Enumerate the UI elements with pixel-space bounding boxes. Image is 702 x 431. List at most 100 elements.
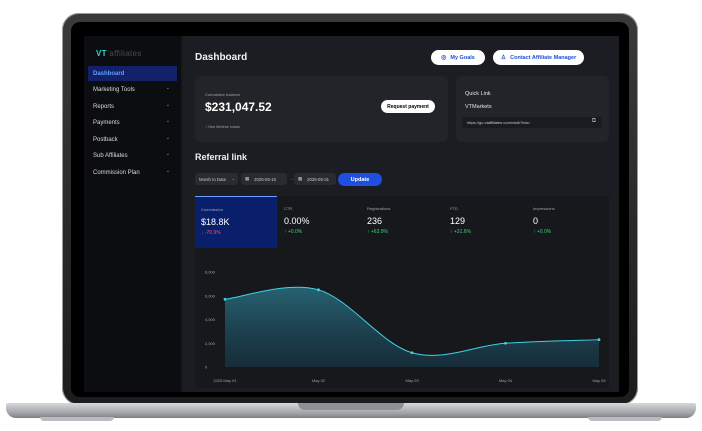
stat-label: Commission xyxy=(201,207,224,212)
chevron-down-icon: ⌄ xyxy=(231,176,235,181)
stat-value: 236 xyxy=(367,216,383,226)
stat-ctr[interactable]: CTR 0.00% ↑ +0.0% xyxy=(278,196,360,248)
range-select-value: Month to Date xyxy=(199,176,226,182)
series-area xyxy=(225,287,599,367)
stat-label: FTD xyxy=(450,206,458,211)
laptop-foot xyxy=(588,417,662,421)
calendar-icon: ▦ xyxy=(245,176,250,181)
range-select[interactable]: Month to Date ⌄ xyxy=(195,173,238,185)
stat-ftd[interactable]: FTD 129 ↑ +31.6% xyxy=(444,196,526,248)
stat-commission[interactable]: Commission $18.8K ↓ -70.9% xyxy=(195,196,277,249)
balance-amount: $231,047.52 xyxy=(205,100,272,114)
sidebar-item-dashboard[interactable]: Dashboard xyxy=(88,66,177,81)
quick-link-brand: VTMarkets xyxy=(465,104,492,110)
sidebar-item-postback[interactable]: Postback ⌄ xyxy=(88,132,177,147)
logo-sub: affiliates xyxy=(109,49,142,58)
y-tick-label: 0 xyxy=(205,365,208,370)
laptop-notch xyxy=(298,403,404,410)
stat-registrations[interactable]: Registrations 236 ↑ +63.9% xyxy=(361,196,443,248)
request-payment-label: Request payment xyxy=(387,103,429,110)
stat-value: 129 xyxy=(450,216,466,226)
stat-value: 0.00% xyxy=(284,216,310,226)
chevron-down-icon: ⌄ xyxy=(165,118,170,124)
balance-card: Cumulative balance $231,047.52 Request p… xyxy=(195,76,448,142)
y-tick-label: 2,000 xyxy=(205,341,216,346)
y-tick-label: 6,000 xyxy=(205,293,216,298)
screen-bezel: VT affiliates Dashboard Marketing Tools ⌄… xyxy=(71,22,629,397)
data-point[interactable] xyxy=(317,288,320,292)
logo: VT affiliates xyxy=(96,49,142,58)
laptop-foot xyxy=(40,417,114,421)
data-point[interactable] xyxy=(597,338,601,342)
stat-change: ↑ +31.6% xyxy=(450,229,471,235)
x-tick-label: May 03 xyxy=(405,378,419,383)
x-tick-label: 2025 May 01 xyxy=(213,378,237,383)
my-goals-button[interactable]: ◎ My Goals xyxy=(431,50,485,65)
sidebar-item-label: Payments xyxy=(93,119,120,126)
update-label: Update xyxy=(350,176,370,183)
page-title: Dashboard xyxy=(195,52,248,63)
chevron-down-icon: ⌄ xyxy=(165,135,170,141)
logo-mark: VT xyxy=(96,49,107,58)
target-icon: ◎ xyxy=(441,55,447,61)
sidebar-item-label: Reports xyxy=(93,103,115,110)
sidebar-item-label: Dashboard xyxy=(93,70,125,77)
calendar-icon: ▦ xyxy=(298,176,303,181)
date-to-value: 2025-05-31 xyxy=(307,176,330,182)
sidebar-item-label: Sub Affiliates xyxy=(93,152,128,159)
copy-icon[interactable]: ⧉ xyxy=(592,118,596,125)
laptop-lid: VT affiliates Dashboard Marketing Tools ⌄… xyxy=(62,13,638,405)
chevron-down-icon: ⌄ xyxy=(165,151,170,157)
y-tick-label: 4,000 xyxy=(205,317,216,322)
balance-note-label: See lifetime totals xyxy=(208,124,240,129)
balance-note[interactable]: ↑ See lifetime totals xyxy=(205,124,240,129)
sidebar-item-payments[interactable]: Payments ⌄ xyxy=(88,115,177,130)
sidebar-item-commission-plan[interactable]: Commission Plan ⌄ xyxy=(88,165,177,180)
data-point[interactable] xyxy=(223,297,227,301)
my-goals-label: My Goals xyxy=(450,54,475,61)
chevron-down-icon: ⌄ xyxy=(165,85,170,91)
quick-link-card: Quick Link VTMarkets https://go.vtaffili… xyxy=(456,76,609,142)
chevron-down-icon: ⌄ xyxy=(165,102,170,108)
stat-change: ↑ +0.0% xyxy=(284,229,303,235)
update-button[interactable]: Update xyxy=(338,173,382,186)
sidebar-item-label: Postback xyxy=(93,136,118,143)
stats-row: Commission $18.8K ↓ -70.9% CTR 0.00% ↑ +… xyxy=(195,196,609,249)
sidebar-item-label: Marketing Tools xyxy=(93,86,135,93)
stat-change: ↑ +0.0% xyxy=(533,229,552,235)
contact-manager-label: Contact Affiliate Manager xyxy=(510,54,577,61)
balance-label: Cumulative balance xyxy=(205,92,241,97)
sidebar-item-reports[interactable]: Reports ⌄ xyxy=(88,99,177,114)
chart-svg: 0 2,000 4,000 6,000 8,000 2025 May 01 May 02 Ma… xyxy=(205,270,606,384)
y-tick-label: 8,000 xyxy=(205,270,216,275)
date-to-field[interactable]: ▦ 2025-05-31 xyxy=(294,173,336,185)
user-icon: ♙ xyxy=(500,55,507,61)
sidebar-item-sub-affiliates[interactable]: Sub Affiliates ⌄ xyxy=(88,148,177,163)
x-tick-label: May 05 xyxy=(592,378,606,383)
commission-chart: 0 2,000 4,000 6,000 8,000 2025 May 01 May 02 Ma… xyxy=(195,248,609,388)
sidebar-item-label: Commission Plan xyxy=(93,169,140,176)
quick-link-label: Quick Link xyxy=(465,91,491,97)
x-tick-label: May 02 xyxy=(312,378,326,383)
x-tick-label: May 04 xyxy=(499,378,513,383)
quick-link-url: https://go.vtaffiliates.com/visit/?bta= xyxy=(467,120,531,125)
stat-label: Registrations xyxy=(367,206,391,211)
referral-link-heading: Referral link xyxy=(195,152,248,162)
stat-value: $18.8K xyxy=(201,217,230,227)
stat-change: ↑ +63.9% xyxy=(367,229,388,235)
sidebar-item-marketing-tools[interactable]: Marketing Tools ⌄ xyxy=(88,82,177,97)
contact-manager-button[interactable]: ♙ Contact Affiliate Manager xyxy=(493,50,584,65)
stat-label: Impressions xyxy=(533,206,555,211)
quick-link-field[interactable]: https://go.vtaffiliates.com/visit/?bta= … xyxy=(462,117,602,128)
date-from-value: 2025-05-10 xyxy=(254,176,277,182)
data-point[interactable] xyxy=(504,341,507,345)
main-content: Dashboard ◎ My Goals ♙ Contact Affiliate… xyxy=(183,36,619,392)
date-from-field[interactable]: ▦ 2025-05-10 xyxy=(241,173,287,185)
sidebar: VT affiliates Dashboard Marketing Tools ⌄… xyxy=(84,36,181,392)
chevron-down-icon: ⌄ xyxy=(165,168,170,174)
data-point[interactable] xyxy=(410,351,414,355)
arrow-up-right-icon: ↑ xyxy=(205,124,207,129)
stat-change: ↓ -70.9% xyxy=(201,230,221,236)
stat-impressions[interactable]: Impressions 0 ↑ +0.0% xyxy=(527,196,609,248)
request-payment-button[interactable]: Request payment xyxy=(381,100,435,113)
